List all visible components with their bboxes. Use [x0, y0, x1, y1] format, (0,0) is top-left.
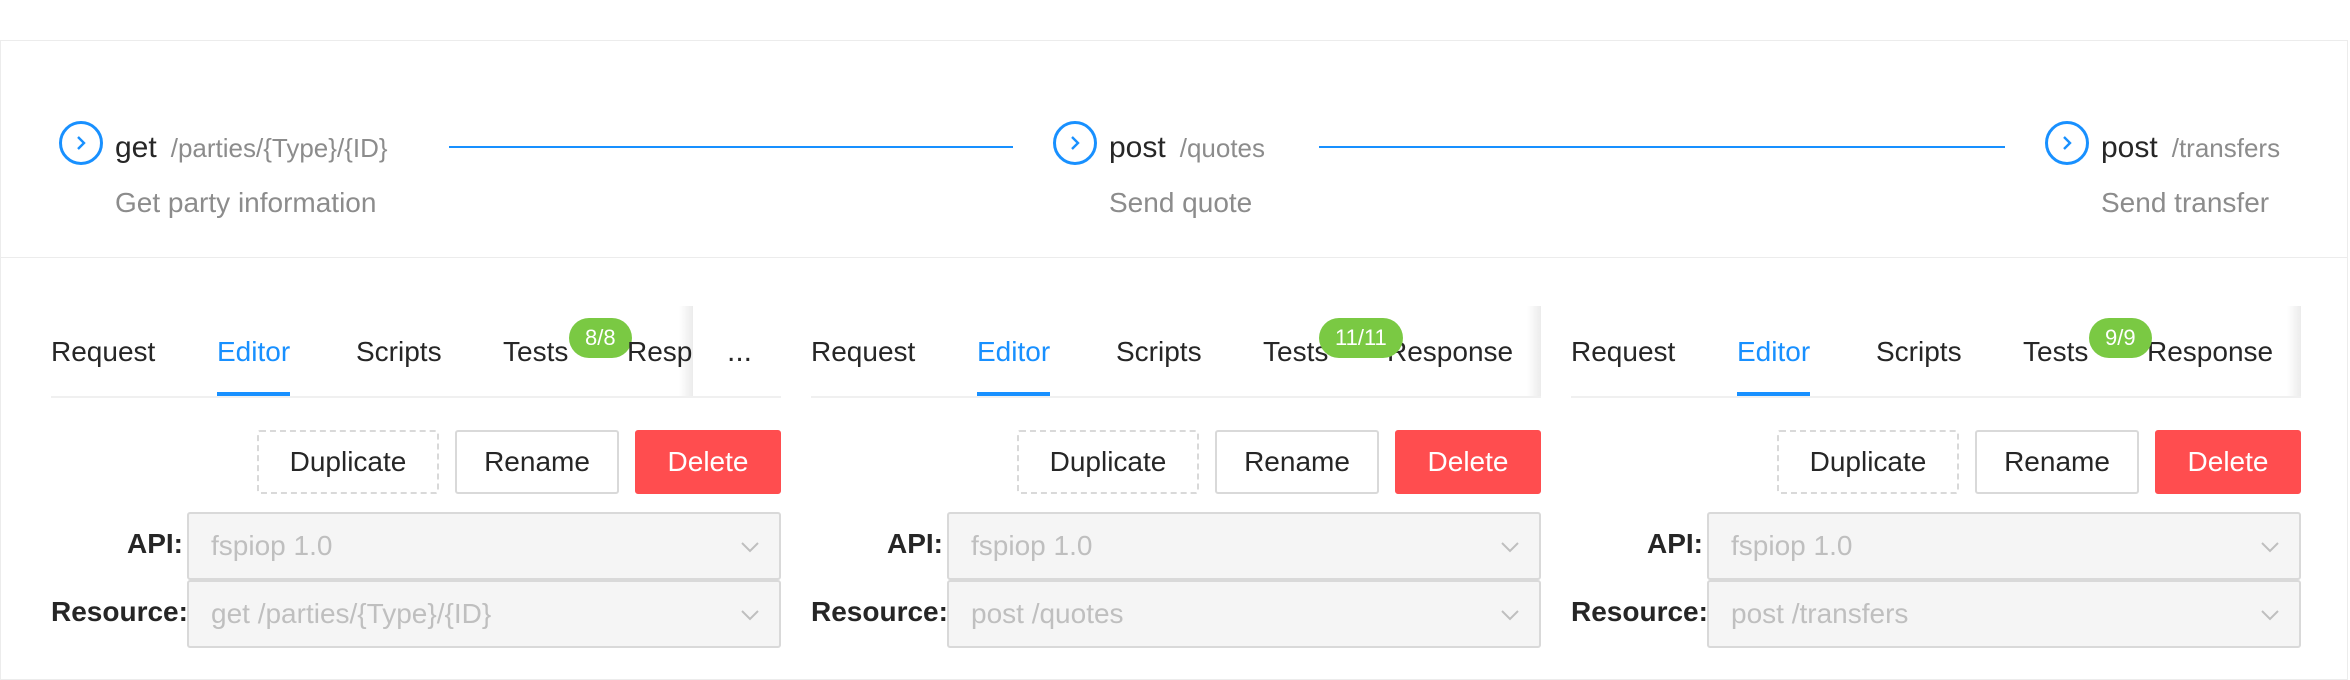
- chevron-down-icon: [741, 542, 759, 553]
- chevron-down-icon: [1501, 610, 1519, 621]
- request-panel-2: Request Editor Scripts Tests Response 11…: [811, 306, 1541, 651]
- step-title: post/transfers: [2101, 131, 2280, 165]
- tab-request[interactable]: Request: [1571, 332, 1675, 394]
- step-method: get: [115, 131, 157, 164]
- step-description: Get party information: [115, 187, 377, 218]
- resource-select[interactable]: post /quotes: [947, 580, 1541, 648]
- tab-scripts[interactable]: Scripts: [1876, 332, 1962, 394]
- step-method: post: [2101, 131, 2158, 164]
- api-select-value: fspiop 1.0: [971, 530, 1093, 561]
- resource-label: Resource:: [811, 596, 948, 627]
- resource-select-value: get /parties/{Type}/{ID}: [211, 598, 492, 629]
- tab-response[interactable]: Response: [2147, 332, 2273, 394]
- tab-tests[interactable]: Tests: [2023, 332, 2088, 394]
- api-label: API:: [127, 528, 183, 559]
- delete-button[interactable]: Delete: [2155, 430, 2301, 494]
- chevron-down-icon: [2261, 610, 2279, 621]
- tab-bar: Request Editor Scripts Tests Response 9/…: [1571, 306, 2301, 398]
- step-description: Send quote: [1109, 187, 1253, 218]
- tab-editor[interactable]: Editor: [217, 332, 291, 396]
- chevron-down-icon: [1501, 542, 1519, 553]
- tab-scripts[interactable]: Scripts: [356, 332, 442, 394]
- step-connector: [449, 146, 1013, 148]
- duplicate-button[interactable]: Duplicate: [1777, 430, 1959, 494]
- resource-select-value: post /transfers: [1731, 598, 1909, 629]
- tab-bar: Request Editor Scripts Tests 8/8 Respons…: [51, 306, 693, 398]
- tab-request[interactable]: Request: [51, 332, 155, 394]
- resource-label: Resource:: [1571, 596, 1708, 627]
- duplicate-button[interactable]: Duplicate: [257, 430, 439, 494]
- chevron-right-circle-icon: [2045, 121, 2089, 165]
- tab-editor[interactable]: Editor: [1737, 332, 1811, 396]
- api-select-value: fspiop 1.0: [211, 530, 333, 561]
- tab-scripts[interactable]: Scripts: [1116, 332, 1202, 394]
- api-select[interactable]: fspiop 1.0: [947, 512, 1541, 580]
- rename-button[interactable]: Rename: [455, 430, 619, 494]
- tab-overflow: ...: [693, 306, 781, 398]
- api-select-value: fspiop 1.0: [1731, 530, 1853, 561]
- duplicate-button[interactable]: Duplicate: [1017, 430, 1199, 494]
- tabs-overflow-shadow: [1527, 306, 1541, 396]
- step-method: post: [1109, 131, 1166, 164]
- tests-pass-badge: 11/11: [1319, 318, 1403, 358]
- chevron-right-circle-icon: [59, 121, 103, 165]
- delete-button[interactable]: Delete: [1395, 430, 1541, 494]
- resource-label: Resource:: [51, 596, 188, 627]
- chevron-down-icon: [2261, 542, 2279, 553]
- more-tabs-button[interactable]: ...: [727, 332, 752, 372]
- request-panel-3: Request Editor Scripts Tests Response 9/…: [1571, 306, 2301, 651]
- resource-select[interactable]: get /parties/{Type}/{ID}: [187, 580, 781, 648]
- tabs-overflow-shadow: [2287, 306, 2301, 396]
- request-panel-1: Request Editor Scripts Tests 8/8 Respons…: [51, 306, 781, 651]
- step-path: /quotes: [1179, 133, 1266, 163]
- rename-button[interactable]: Rename: [1215, 430, 1379, 494]
- step-title: post/quotes: [1109, 131, 1265, 165]
- tab-response[interactable]: Response: [1387, 332, 1513, 394]
- chevron-right-circle-icon: [1053, 121, 1097, 165]
- delete-button[interactable]: Delete: [635, 430, 781, 494]
- api-label: API:: [887, 528, 943, 559]
- resource-select-value: post /quotes: [971, 598, 1124, 629]
- tests-pass-badge: 9/9: [2089, 318, 2152, 358]
- chevron-down-icon: [741, 610, 759, 621]
- tabs-overflow-shadow: [679, 306, 693, 396]
- test-case-card: get/parties/{Type}/{ID} Get party inform…: [0, 40, 2348, 680]
- resource-select[interactable]: post /transfers: [1707, 580, 2301, 648]
- rename-button[interactable]: Rename: [1975, 430, 2139, 494]
- api-select[interactable]: fspiop 1.0: [1707, 512, 2301, 580]
- step-path: /parties/{Type}/{ID}: [170, 133, 388, 163]
- api-label: API:: [1647, 528, 1703, 559]
- step-connector: [1319, 146, 2005, 148]
- tab-bar: Request Editor Scripts Tests Response 11…: [811, 306, 1541, 398]
- step-path: /transfers: [2171, 133, 2281, 163]
- step-title: get/parties/{Type}/{ID}: [115, 131, 388, 165]
- step-description: Send transfer: [2101, 187, 2270, 218]
- tab-editor[interactable]: Editor: [977, 332, 1051, 396]
- tab-request[interactable]: Request: [811, 332, 915, 394]
- tests-pass-badge: 8/8: [569, 318, 632, 358]
- api-select[interactable]: fspiop 1.0: [187, 512, 781, 580]
- divider: [1, 257, 2347, 258]
- tab-tests[interactable]: Tests: [503, 332, 568, 394]
